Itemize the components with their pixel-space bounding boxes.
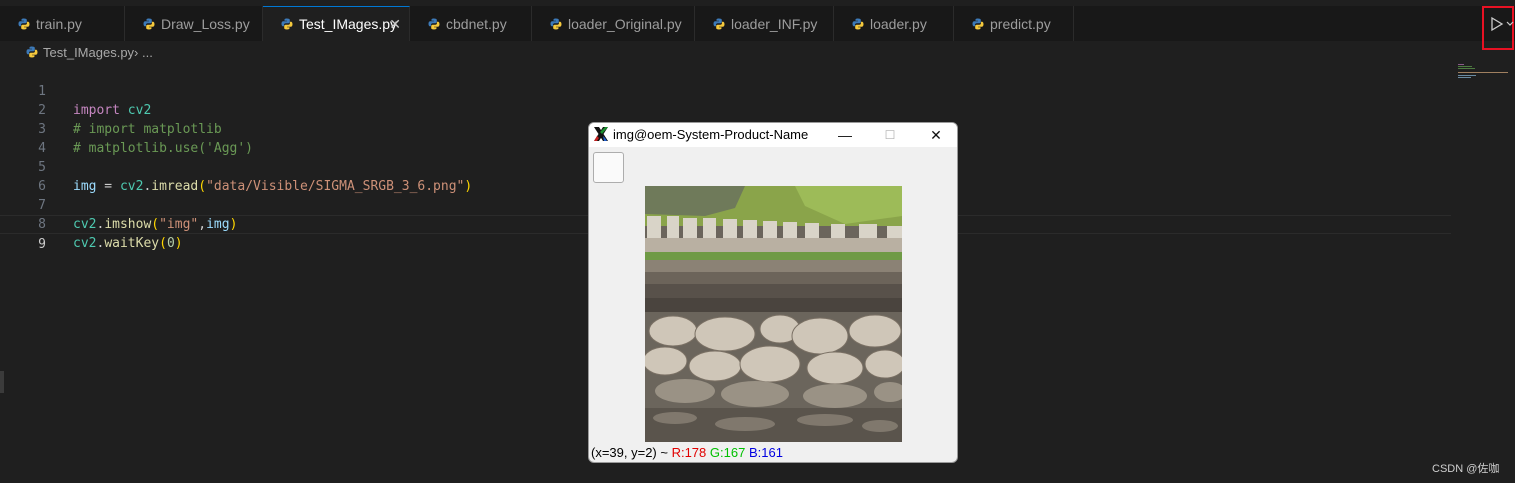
- python-file-icon: [281, 18, 293, 30]
- code-line: 3 # matplotlib.use('Agg'): [0, 101, 1451, 156]
- x11-app-icon: [594, 127, 608, 141]
- tab-label: cbdnet.py: [446, 15, 507, 32]
- maximize-button[interactable]: ☐: [870, 124, 910, 146]
- tab-loader[interactable]: loader.py: [834, 6, 954, 41]
- breadcrumb: Test_IMages.py › ...: [26, 42, 153, 62]
- python-file-icon: [972, 18, 984, 29]
- window-titlebar[interactable]: img@oem-System-Product-Name — ☐ ✕: [589, 123, 957, 147]
- python-file-icon: [143, 18, 155, 29]
- tab-draw-loss[interactable]: Draw_Loss.py: [125, 6, 263, 41]
- pixel-info-status: (x=39, y=2) ~ R:178 G:167 B:161: [591, 445, 783, 460]
- code-line: 2 # import matplotlib: [0, 82, 1451, 137]
- green-value: G:167: [709, 445, 746, 460]
- tab-loader-inf[interactable]: loader_INF.py: [695, 6, 834, 41]
- displayed-image[interactable]: [645, 186, 902, 442]
- code-token: ): [174, 236, 183, 251]
- python-file-icon: [550, 18, 562, 29]
- minimap[interactable]: [1458, 64, 1510, 80]
- scroll-indicator: [0, 371, 4, 393]
- code-token: 0: [166, 236, 175, 251]
- tab-loader-original[interactable]: loader_Original.py: [532, 6, 695, 41]
- tab-label: Test_IMages.py: [299, 16, 398, 32]
- watermark: CSDN @佐咖: [1432, 463, 1500, 475]
- breadcrumb-more[interactable]: › ...: [134, 45, 153, 60]
- code-line: 1 import cv2: [0, 63, 1451, 118]
- python-file-icon: [428, 18, 440, 29]
- close-button[interactable]: ✕: [916, 124, 956, 146]
- cursor-coords: (x=39, y=2) ~: [591, 445, 672, 460]
- tab-label: loader_Original.py: [568, 15, 682, 32]
- breadcrumb-file[interactable]: Test_IMages.py: [43, 45, 134, 60]
- window-title: img@oem-System-Product-Name: [613, 127, 809, 142]
- code-token: (: [159, 236, 167, 251]
- toolbar-button[interactable]: [593, 152, 624, 183]
- opencv-image-window[interactable]: img@oem-System-Product-Name — ☐ ✕ (x=39,…: [588, 122, 958, 463]
- line-number: 9: [38, 237, 46, 252]
- tab-label: Draw_Loss.py: [161, 15, 250, 32]
- python-file-icon: [852, 18, 864, 29]
- editor-tab-bar: train.py Draw_Loss.py Test_IMages.py ✕ c…: [0, 6, 1515, 41]
- blue-value: B:161: [748, 445, 783, 460]
- run-icon[interactable]: [1490, 16, 1514, 32]
- tab-predict[interactable]: predict.py: [954, 6, 1074, 41]
- python-file-icon: [713, 18, 725, 29]
- tab-label: loader_INF.py: [731, 15, 818, 32]
- tab-label: loader.py: [870, 15, 927, 32]
- tab-label: train.py: [36, 15, 82, 32]
- close-tab-icon[interactable]: ✕: [389, 16, 401, 33]
- tab-cbdnet[interactable]: cbdnet.py: [410, 6, 532, 41]
- python-file-icon: [18, 18, 30, 29]
- code-token: waitKey: [104, 236, 160, 251]
- minimize-button[interactable]: —: [825, 124, 865, 146]
- code-token: cv2: [73, 236, 97, 251]
- tab-train[interactable]: train.py: [0, 6, 125, 41]
- tab-label: predict.py: [990, 15, 1051, 32]
- red-value: R:178: [671, 445, 707, 460]
- python-file-icon: [26, 46, 38, 58]
- tab-test-images[interactable]: Test_IMages.py ✕: [263, 6, 410, 41]
